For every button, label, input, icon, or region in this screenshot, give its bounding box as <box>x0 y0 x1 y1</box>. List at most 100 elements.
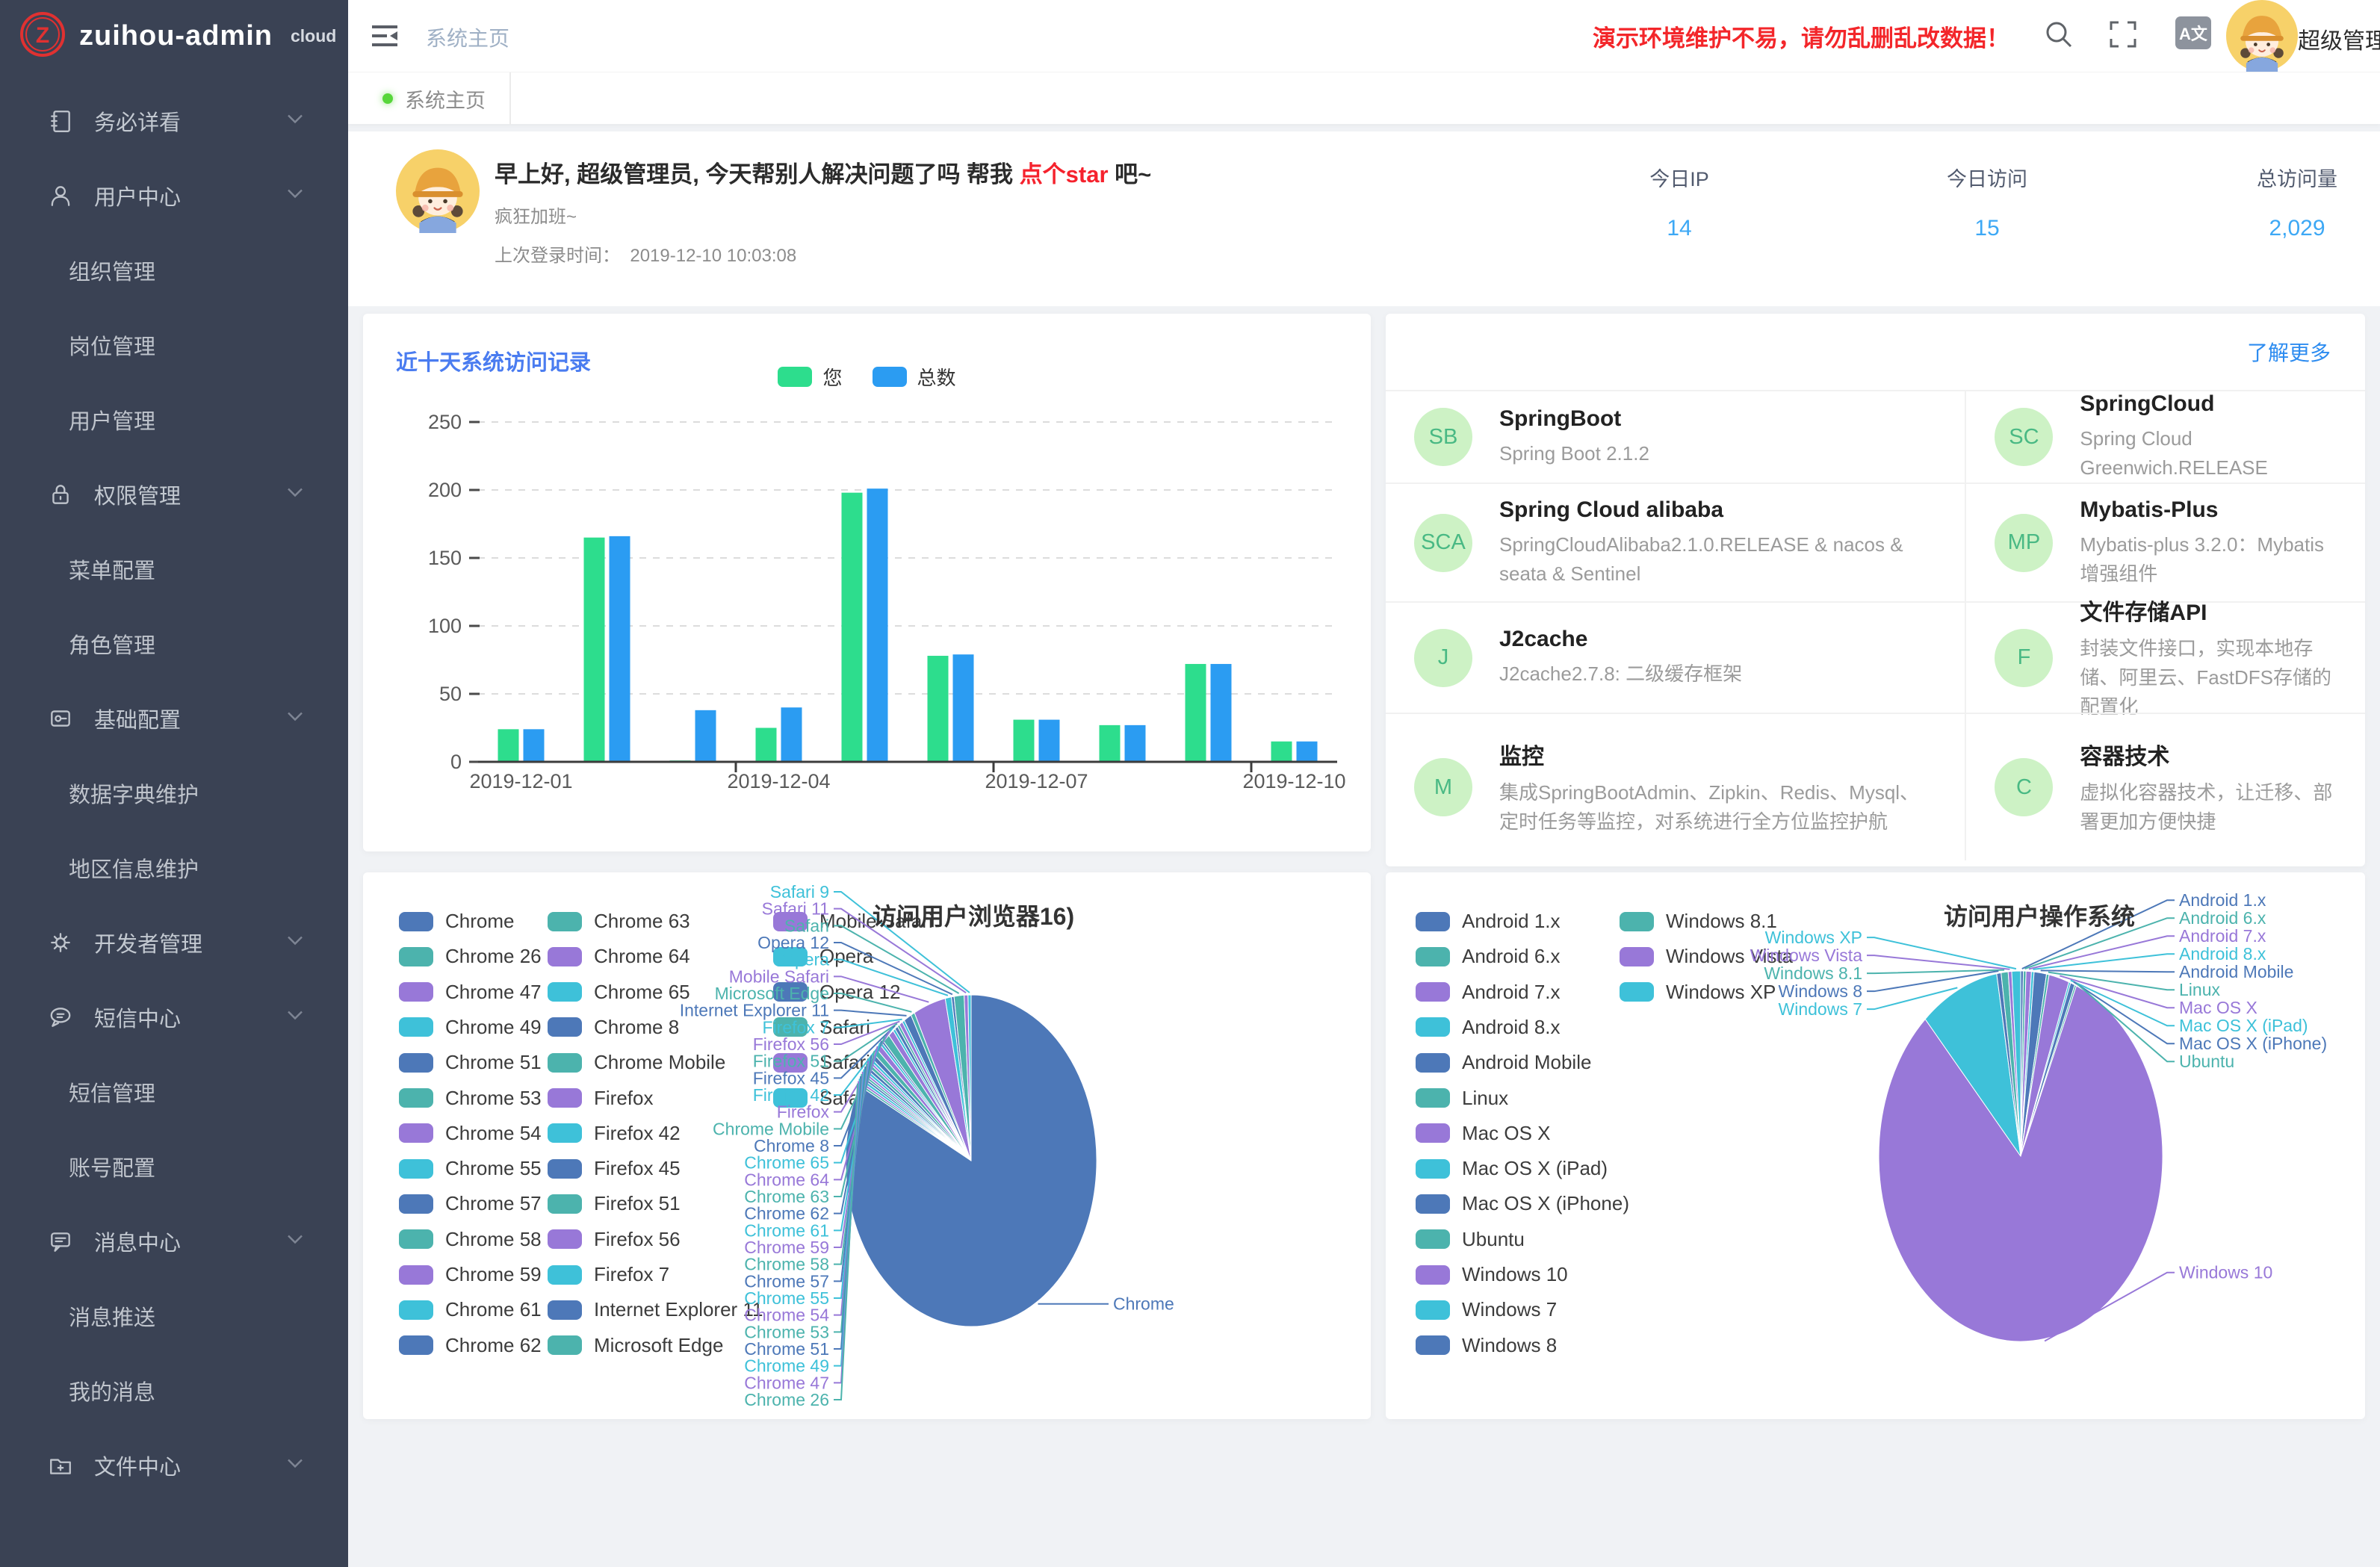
fullscreen-icon[interactable] <box>2107 18 2139 55</box>
sidebar-subitem-5-1[interactable]: 账号配置 <box>0 1129 348 1204</box>
sidebar-subitem-3-0[interactable]: 数据字典维护 <box>0 756 348 831</box>
pie-legend-windows-10[interactable]: Windows 10 <box>1416 1263 1568 1286</box>
pie-legend-chrome-59[interactable]: Chrome 59 <box>399 1263 542 1286</box>
sidebar-subitem-1-1[interactable]: 岗位管理 <box>0 308 348 382</box>
tab-system-home[interactable]: 系统主页 <box>348 72 511 125</box>
active-tab-dot-icon <box>382 93 393 104</box>
pie-legend-mac-os-x-ipad-[interactable]: Mac OS X (iPad) <box>1416 1157 1608 1180</box>
language-icon[interactable]: A文 <box>2175 16 2211 49</box>
pie-legend-android-6-x[interactable]: Android 6.x <box>1416 945 1561 968</box>
chevron-down-icon <box>287 1011 303 1021</box>
tabs-bar: 系统主页 <box>348 72 2380 124</box>
pie-legend-windows-7[interactable]: Windows 7 <box>1416 1298 1557 1321</box>
pie-legend-windows-xp[interactable]: Windows XP <box>1620 981 1776 1004</box>
sidebar-item-3[interactable]: 基础配置 <box>0 681 348 756</box>
pie-legend-chrome[interactable]: Chrome <box>399 910 514 933</box>
sidebar-item-label: 权限管理 <box>94 479 181 510</box>
sidebar-subitem-2-1[interactable]: 角色管理 <box>0 606 348 681</box>
pie-legend-chrome-51[interactable]: Chrome 51 <box>399 1051 542 1074</box>
sidebar-subitem-6-1[interactable]: 我的消息 <box>0 1353 348 1428</box>
sidebar-item-5[interactable]: 短信中心 <box>0 980 348 1055</box>
sidebar-item-label: 基础配置 <box>94 703 181 734</box>
sidebar-item-1[interactable]: 用户中心 <box>0 158 348 233</box>
pie-legend-safari[interactable]: Safari <box>773 1016 870 1039</box>
bar-legend-item-1[interactable]: 总数 <box>873 363 956 391</box>
bar-legend-item-0[interactable]: 您 <box>778 363 842 391</box>
pie-legend-chrome-58[interactable]: Chrome 58 <box>399 1228 542 1251</box>
sidebar-item-2[interactable]: 权限管理 <box>0 457 348 532</box>
pie-legend-opera[interactable]: Opera <box>773 945 873 968</box>
framework-badge: F <box>1995 629 2053 687</box>
pie-legend-chrome-26[interactable]: Chrome 26 <box>399 945 542 968</box>
sidebar-subitem-label: 消息推送 <box>69 1300 155 1332</box>
sidebar-subitem-5-0[interactable]: 短信管理 <box>0 1055 348 1129</box>
folder-icon <box>48 1453 73 1478</box>
pie-legend-internet-explorer-11[interactable]: Internet Explorer 11 <box>548 1298 763 1321</box>
sidebar-item-label: 用户中心 <box>94 180 181 211</box>
sidebar-item-7[interactable]: 文件中心 <box>0 1428 348 1503</box>
pie-legend-firefox-42[interactable]: Firefox 42 <box>548 1122 681 1145</box>
sidebar-item-label: 务必详看 <box>94 105 181 137</box>
sidebar: Z zuihou-admin cloud 务必详看用户中心组织管理岗位管理用户管… <box>0 0 348 1567</box>
pie-legend-android-8-x[interactable]: Android 8.x <box>1416 1016 1561 1039</box>
pie-legend-chrome-49[interactable]: Chrome 49 <box>399 1016 542 1039</box>
sidebar-subitem-1-0[interactable]: 组织管理 <box>0 233 348 308</box>
pie-legend-chrome-64[interactable]: Chrome 64 <box>548 945 690 968</box>
pie-legend-android-1-x[interactable]: Android 1.x <box>1416 910 1561 933</box>
sidebar-item-0[interactable]: 务必详看 <box>0 84 348 158</box>
pie-legend-firefox-51[interactable]: Firefox 51 <box>548 1192 681 1215</box>
framework-desc: Spring Cloud Greenwich.RELEASE <box>2080 424 2337 482</box>
svg-text:Chrome 63: Chrome 63 <box>744 1187 829 1206</box>
sidebar-subitem-3-1[interactable]: 地区信息维护 <box>0 831 348 905</box>
pie-legend-android-mobile[interactable]: Android Mobile <box>1416 1051 1591 1074</box>
framework-badge: SC <box>1995 408 2053 466</box>
learn-more-link[interactable]: 了解更多 <box>2247 337 2331 367</box>
pie-legend-chrome-57[interactable]: Chrome 57 <box>399 1192 542 1215</box>
pie-legend-chrome-8[interactable]: Chrome 8 <box>548 1016 679 1039</box>
logo[interactable]: Z zuihou-admin cloud <box>0 0 348 72</box>
sidebar-item-6[interactable]: 消息中心 <box>0 1204 348 1279</box>
pie-legend-mac-os-x-iphone-[interactable]: Mac OS X (iPhone) <box>1416 1192 1629 1215</box>
framework-title: Spring Cloud alibaba <box>1499 497 1936 523</box>
pie-legend-windows-vista[interactable]: Windows Vista <box>1620 945 1793 968</box>
pie-legend-firefox-45[interactable]: Firefox 45 <box>548 1157 681 1180</box>
search-icon[interactable] <box>2042 18 2075 55</box>
pie-legend-firefox[interactable]: Firefox <box>548 1087 653 1110</box>
svg-text:Chrome: Chrome <box>1113 1294 1174 1314</box>
pie-legend-firefox-7[interactable]: Firefox 7 <box>548 1263 669 1286</box>
pie-legend-windows-8-1[interactable]: Windows 8.1 <box>1620 910 1777 933</box>
stat-value: 14 <box>1522 216 1836 241</box>
star-link[interactable]: 点个star <box>1020 161 1109 187</box>
pie-legend-opera-12[interactable]: Opera 12 <box>773 981 900 1004</box>
pie-legend-safari-9[interactable]: Safari 9 <box>773 1087 887 1110</box>
pie-legend-chrome-53[interactable]: Chrome 53 <box>399 1087 542 1110</box>
stat-label: 今日IP <box>1522 163 1836 192</box>
pie-legend-chrome-47[interactable]: Chrome 47 <box>399 981 542 1004</box>
pie-legend-microsoft-edge[interactable]: Microsoft Edge <box>548 1334 723 1357</box>
pie-legend-chrome-63[interactable]: Chrome 63 <box>548 910 690 933</box>
pie-legend-chrome-54[interactable]: Chrome 54 <box>399 1122 542 1145</box>
pie-legend-ubuntu[interactable]: Ubuntu <box>1416 1228 1525 1251</box>
pie-legend-chrome-55[interactable]: Chrome 55 <box>399 1157 542 1180</box>
framework-card-f: F文件存储API封装文件接口，实现本地存储、阿里云、FastDFS存储的配置化 <box>1966 601 2365 713</box>
pie-legend-mac-os-x[interactable]: Mac OS X <box>1416 1122 1550 1145</box>
collapse-sidebar-icon[interactable] <box>371 21 400 55</box>
pie-legend-chrome-61[interactable]: Chrome 61 <box>399 1298 542 1321</box>
sidebar-item-4[interactable]: 开发者管理 <box>0 905 348 980</box>
pie-legend-android-7-x[interactable]: Android 7.x <box>1416 981 1561 1004</box>
pie-legend-firefox-56[interactable]: Firefox 56 <box>548 1228 681 1251</box>
sidebar-subitem-2-0[interactable]: 菜单配置 <box>0 532 348 606</box>
sidebar-subitem-1-2[interactable]: 用户管理 <box>0 382 348 457</box>
pie-legend-chrome-mobile[interactable]: Chrome Mobile <box>548 1051 725 1074</box>
user-avatar[interactable] <box>2226 0 2298 72</box>
pie-legend-windows-8[interactable]: Windows 8 <box>1416 1334 1557 1357</box>
browser-chart-title: 访问用户浏览器16) <box>873 898 1074 932</box>
pie-legend-linux[interactable]: Linux <box>1416 1087 1508 1110</box>
sidebar-subitem-6-0[interactable]: 消息推送 <box>0 1279 348 1353</box>
stat-label: 今日访问 <box>1830 163 2144 192</box>
pie-legend-chrome-65[interactable]: Chrome 65 <box>548 981 690 1004</box>
svg-text:50: 50 <box>439 683 462 705</box>
pie-legend-safari-11[interactable]: Safari 11 <box>773 1051 896 1074</box>
current-user-name[interactable]: 超级管理员 <box>2298 22 2380 55</box>
pie-legend-chrome-62[interactable]: Chrome 62 <box>399 1334 542 1357</box>
